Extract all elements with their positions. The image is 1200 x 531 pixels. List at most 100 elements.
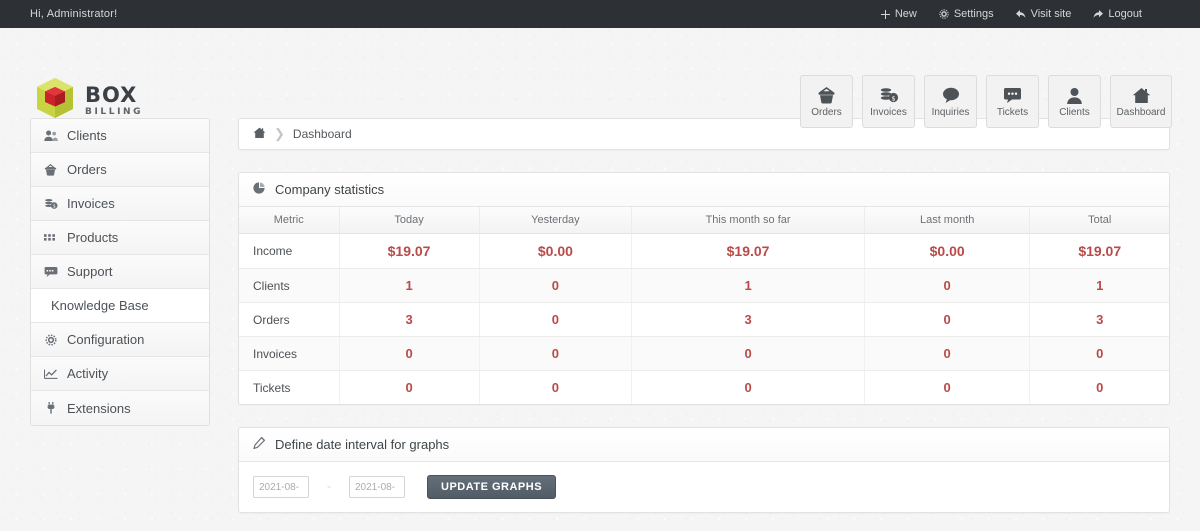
back-arrow-icon xyxy=(1015,9,1026,19)
cell-invoices-last-month: 0 xyxy=(864,336,1031,371)
sidebar-label-orders: Orders xyxy=(67,162,107,177)
logout-button[interactable]: Logout xyxy=(1093,8,1142,20)
visit-site-button[interactable]: Visit site xyxy=(1015,8,1071,20)
toolbar-label-orders: Orders xyxy=(811,107,842,118)
basket-icon xyxy=(817,85,836,105)
sidebar-item-invoices[interactable]: $ Invoices xyxy=(31,187,209,221)
new-label: New xyxy=(894,8,917,20)
cell-orders-today: 3 xyxy=(339,302,480,337)
plug-icon xyxy=(43,402,58,414)
settings-label: Settings xyxy=(953,8,994,20)
cell-clients-yesterday: 0 xyxy=(479,268,633,303)
sidebar-item-configuration[interactable]: Configuration xyxy=(31,323,209,357)
house-icon xyxy=(1132,85,1151,105)
row-label-income: Income xyxy=(239,233,340,269)
cell-tickets-today: 0 xyxy=(339,370,480,404)
cell-invoices-month: 0 xyxy=(631,336,865,371)
cell-invoices-yesterday: 0 xyxy=(479,336,633,371)
table-row: Invoices 0 0 0 0 0 xyxy=(239,336,1169,371)
statistics-title: Company statistics xyxy=(275,182,385,197)
svg-text:$: $ xyxy=(891,94,895,102)
cell-clients-total: 1 xyxy=(1029,268,1169,303)
chat-dots-icon xyxy=(1003,85,1022,105)
row-label-clients: Clients xyxy=(239,268,340,303)
sidebar-item-activity[interactable]: Activity xyxy=(31,357,209,391)
plus-icon xyxy=(880,9,890,19)
cell-orders-yesterday: 0 xyxy=(479,302,633,337)
statistics-header-row: Metric Today Yesterday This month so far… xyxy=(239,207,1169,234)
toolbar-button-dashboard[interactable]: Dashboard xyxy=(1110,75,1172,128)
update-graphs-button[interactable]: UPDATE GRAPHS xyxy=(427,475,557,499)
logout-arrow-icon xyxy=(1093,9,1104,19)
cube-logo-icon xyxy=(34,76,76,125)
date-from-input[interactable] xyxy=(253,476,309,498)
sidebar-label-invoices: Invoices xyxy=(67,196,115,211)
toolbar-label-clients: Clients xyxy=(1059,107,1090,118)
new-button[interactable]: New xyxy=(880,8,917,20)
brand-suffix: BILLING xyxy=(85,106,144,117)
toolbar-label-dashboard: Dashboard xyxy=(1116,107,1166,118)
cell-clients-today: 1 xyxy=(339,268,480,303)
pencil-icon xyxy=(253,436,266,452)
toolbar-button-tickets[interactable]: Tickets xyxy=(986,75,1039,128)
basket-icon xyxy=(43,163,58,176)
toolbar-label-invoices: Invoices xyxy=(870,107,907,118)
statistics-table-head: Metric Today Yesterday This month so far… xyxy=(239,207,1169,234)
toolbar-button-orders[interactable]: Orders xyxy=(800,75,853,128)
sidebar-item-orders[interactable]: Orders xyxy=(31,153,209,187)
statistics-header: Company statistics xyxy=(239,173,1169,207)
toolbar-label-tickets: Tickets xyxy=(996,107,1029,118)
toolbar-button-clients[interactable]: Clients xyxy=(1048,75,1101,128)
toolbar-button-inquiries[interactable]: Inquiries xyxy=(924,75,977,128)
statistics-table: Metric Today Yesterday This month so far… xyxy=(239,207,1169,404)
brand-logo[interactable]: BOX BILLING xyxy=(34,76,143,125)
date-interval-header: Define date interval for graphs xyxy=(239,428,1169,462)
cell-clients-month: 1 xyxy=(631,268,865,303)
cell-tickets-month: 0 xyxy=(631,370,865,404)
sidebar: Clients Orders $ Invoices Products Suppo… xyxy=(30,118,210,426)
brand-text: BOX BILLING xyxy=(85,82,144,117)
column-header-yesterday: Yesterday xyxy=(479,207,633,234)
column-header-total: Total xyxy=(1029,207,1169,234)
sidebar-label-clients: Clients xyxy=(67,128,107,143)
cell-tickets-yesterday: 0 xyxy=(479,370,633,404)
sidebar-item-support[interactable]: Support xyxy=(31,255,209,289)
quick-toolbar: Orders $ Invoices Inquiries Tickets Clie… xyxy=(800,75,1172,128)
sidebar-label-knowledge-base: Knowledge Base xyxy=(51,298,149,313)
row-label-tickets: Tickets xyxy=(239,370,340,404)
statistics-table-body: Income $19.07 $0.00 $19.07 $0.00 $19.07 … xyxy=(239,233,1169,404)
gear-icon xyxy=(939,9,949,19)
date-interval-panel: Define date interval for graphs - UPDATE… xyxy=(238,427,1170,513)
people-icon xyxy=(43,130,58,141)
sidebar-item-extensions[interactable]: Extensions xyxy=(31,391,209,425)
sidebar-label-extensions: Extensions xyxy=(67,400,131,416)
cell-invoices-total: 0 xyxy=(1029,336,1169,371)
cell-income-yesterday: $0.00 xyxy=(479,233,633,269)
chart-icon xyxy=(43,369,58,379)
coins-icon: $ xyxy=(879,85,899,105)
chat-icon xyxy=(43,266,58,277)
page-header: BOX BILLING Orders $ Invoices Inquiries xyxy=(0,28,1200,128)
column-header-this-month: This month so far xyxy=(631,207,865,234)
cell-tickets-total: 0 xyxy=(1096,380,1104,395)
cell-orders-total: 3 xyxy=(1029,302,1169,337)
toolbar-button-invoices[interactable]: $ Invoices xyxy=(862,75,915,128)
cell-orders-month: 3 xyxy=(631,302,865,337)
brand-name: BOX xyxy=(85,82,138,107)
table-row: Clients 1 0 1 0 1 xyxy=(239,268,1169,303)
table-row: Income $19.07 $0.00 $19.07 $0.00 $19.07 xyxy=(239,233,1169,269)
date-to-input[interactable] xyxy=(349,476,405,498)
settings-button[interactable]: Settings xyxy=(939,8,994,20)
cell-income-total: $19.07 xyxy=(1029,233,1169,269)
company-statistics-panel: Company statistics Metric Today Yesterda… xyxy=(238,172,1170,405)
cell-orders-last-month: 0 xyxy=(864,302,1031,337)
sidebar-item-products[interactable]: Products xyxy=(31,221,209,255)
row-label-invoices: Invoices xyxy=(239,336,340,371)
home-icon[interactable] xyxy=(253,127,266,142)
cell-income-last-month: $0.00 xyxy=(864,233,1031,269)
sidebar-item-knowledge-base[interactable]: Knowledge Base xyxy=(31,289,209,323)
cell-income-month: $19.07 xyxy=(631,233,865,269)
top-bar: Hi, Administrator! New Settings Visit si… xyxy=(0,0,1200,28)
logout-label: Logout xyxy=(1108,8,1142,20)
speech-bubble-icon xyxy=(942,85,960,105)
